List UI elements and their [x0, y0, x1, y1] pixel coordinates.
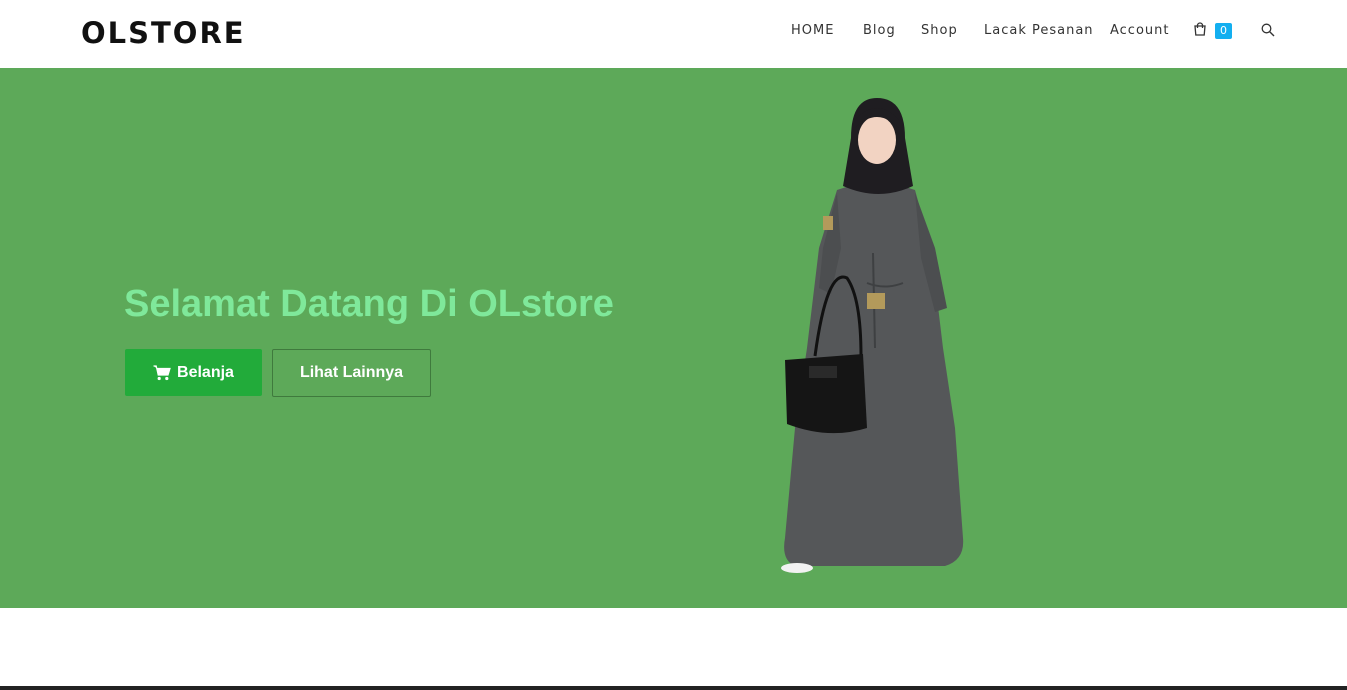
cart-count-badge: 0 — [1215, 23, 1232, 39]
site-header: OLSTORE HOME Blog Shop Lacak Pesanan Acc… — [0, 0, 1347, 68]
nav-item-home[interactable]: HOME — [791, 20, 834, 42]
shop-button[interactable]: Belanja — [125, 349, 262, 396]
view-more-button-label: Lihat Lainnya — [299, 364, 404, 381]
hero-title: Selamat Datang Di OLstore — [124, 283, 614, 325]
content-area — [0, 608, 1347, 690]
hero-model-image — [781, 98, 964, 573]
nav-item-track-order[interactable]: Lacak Pesanan — [984, 20, 1094, 42]
shopping-bag-icon — [1194, 22, 1206, 36]
cart-button[interactable]: 0 — [1193, 20, 1233, 42]
view-more-button[interactable]: Lihat Lainnya — [272, 349, 431, 397]
search-button[interactable] — [1261, 22, 1277, 38]
cart-icon — [153, 364, 171, 380]
section-divider — [0, 686, 1347, 690]
hero-banner: Selamat Datang Di OLstore Belanja Lihat … — [0, 68, 1347, 608]
shop-button-label: Belanja — [177, 363, 234, 381]
nav-item-shop[interactable]: Shop — [921, 20, 958, 42]
nav-item-blog[interactable]: Blog — [863, 20, 896, 42]
main-nav: HOME Blog Shop Lacak Pesanan Account — [0, 20, 1347, 42]
search-icon — [1261, 23, 1275, 37]
nav-item-account[interactable]: Account — [1110, 20, 1170, 42]
